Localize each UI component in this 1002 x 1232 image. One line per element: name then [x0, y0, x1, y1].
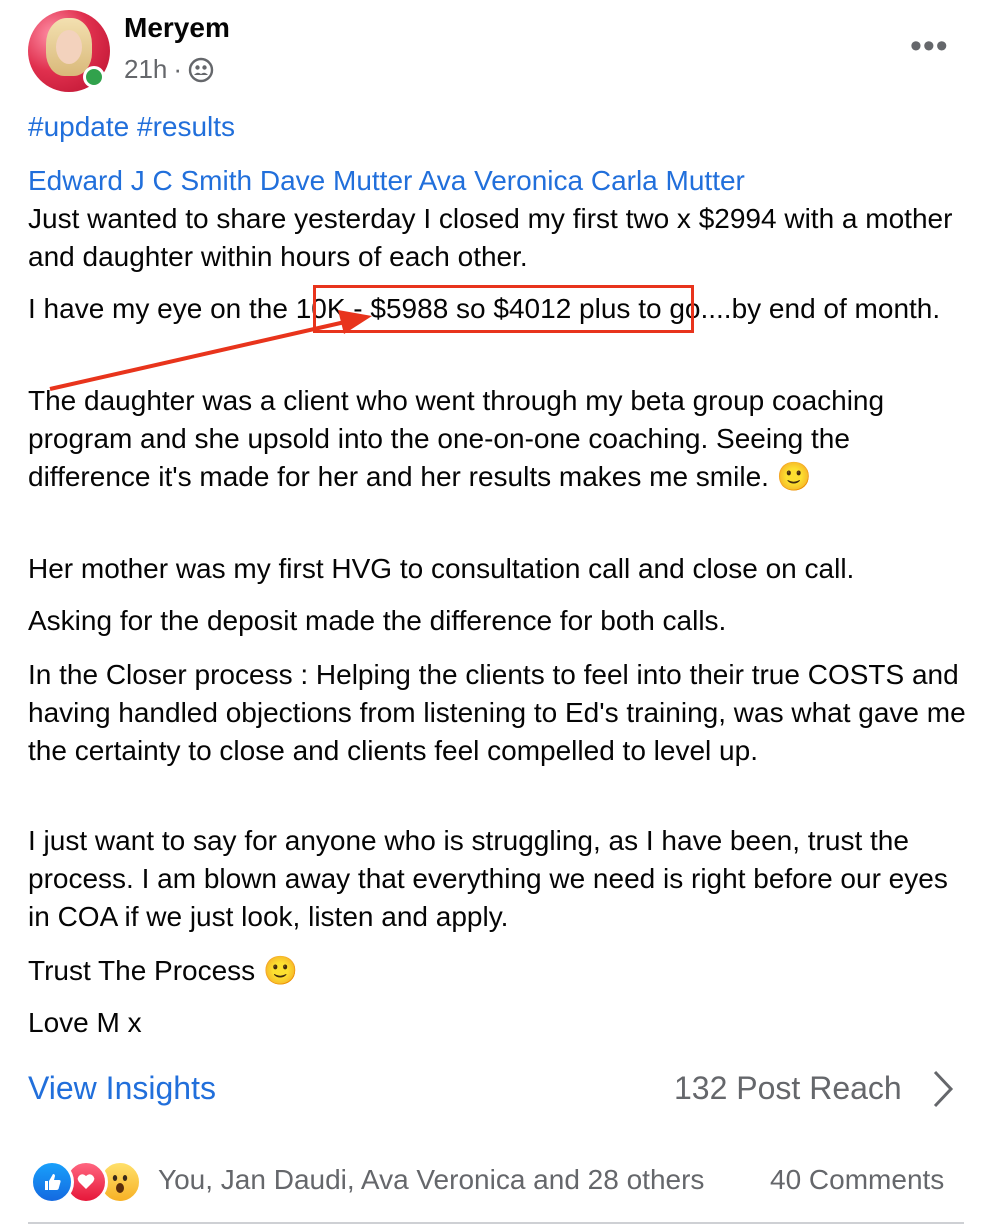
reaction-icons[interactable]: [30, 1160, 142, 1204]
comments-count[interactable]: 40 Comments: [770, 1164, 944, 1196]
like-icon: [30, 1160, 74, 1204]
post-reach[interactable]: 132 Post Reach: [674, 1070, 902, 1107]
view-insights-link[interactable]: View Insights: [28, 1070, 216, 1107]
divider: [28, 1222, 964, 1224]
reactions-summary[interactable]: You, Jan Daudi, Ava Veronica and 28 othe…: [158, 1164, 704, 1196]
facebook-post: Meryem 21h · ••• #update #results Edward…: [0, 0, 1002, 1232]
chevron-right-icon[interactable]: [930, 1068, 956, 1110]
annotation-arrow: [49, 310, 372, 391]
